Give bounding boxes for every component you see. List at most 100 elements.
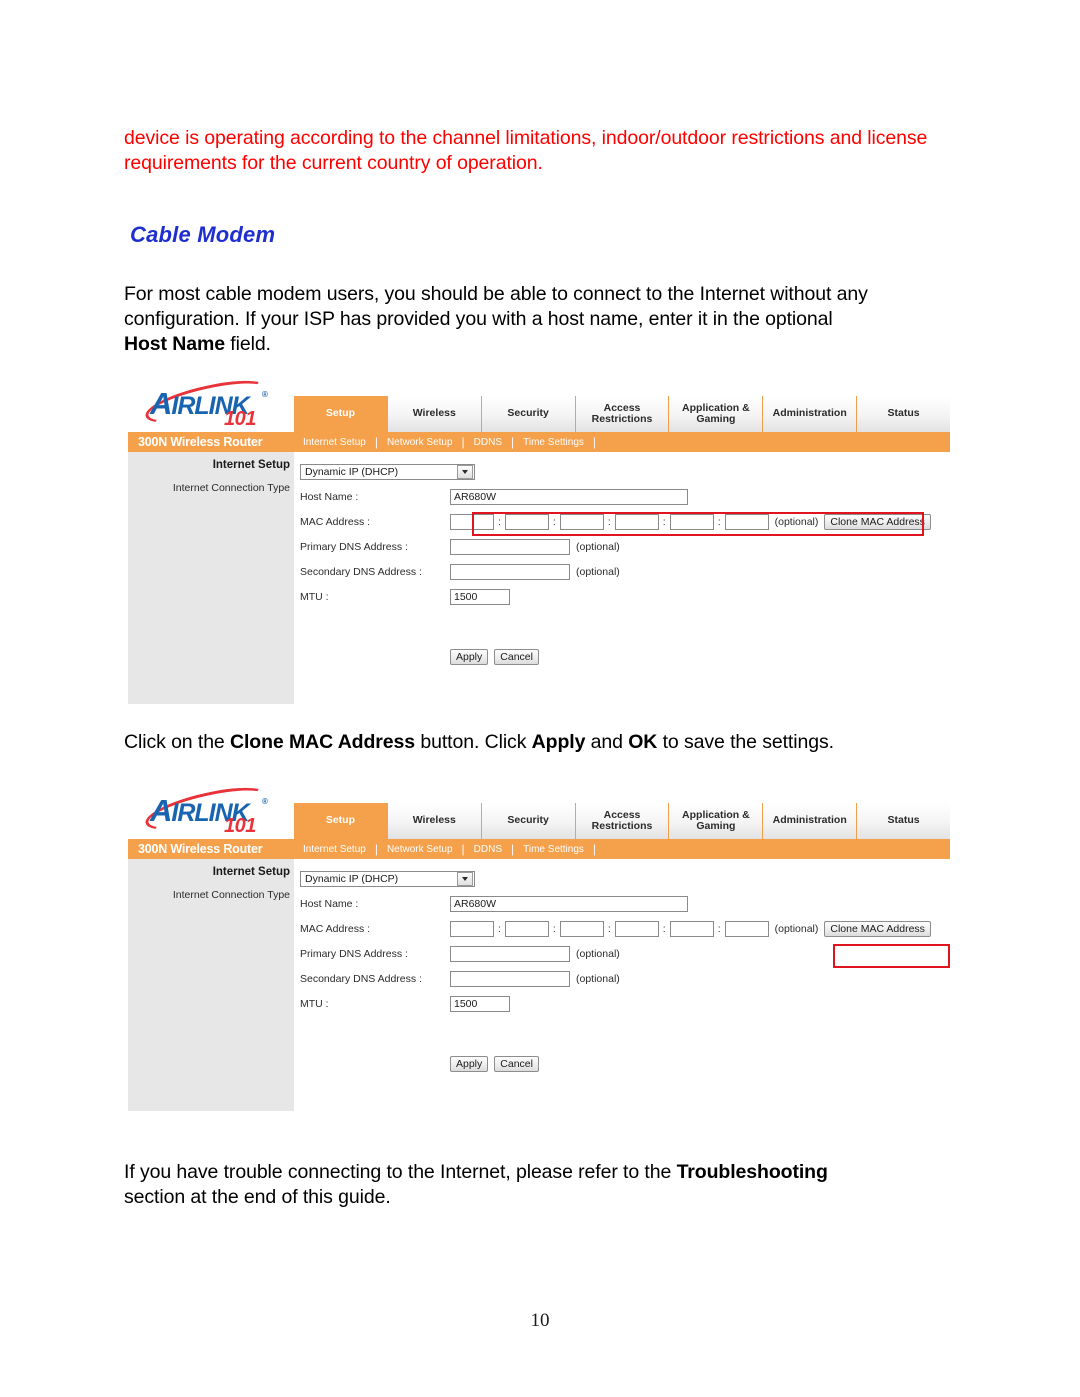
tab-access-restrictions[interactable]: Access Restrictions [575,803,670,839]
logo-letter-a: A [150,386,172,421]
tab-application-gaming[interactable]: Application & Gaming [669,803,764,839]
chevron-down-icon[interactable] [457,464,473,479]
document-page: device is operating according to the cha… [0,0,1080,1397]
tab-access-restrictions[interactable]: Access Restrictions [575,396,670,432]
subnav-item-ddns[interactable]: DDNS [465,844,511,855]
mac-octet-4[interactable] [614,513,659,530]
instruction-bold-clone-mac: Clone MAC Address [230,731,416,753]
sub-navigation-bar: 300N Wireless Router Internet Setup | Ne… [128,432,950,452]
tab-application-gaming[interactable]: Application & Gaming [669,396,764,432]
mac-octet-1[interactable] [450,513,494,530]
mac-separator: : [662,515,666,528]
instruction-and: and [585,731,629,753]
host-name-label: Host Name : [300,490,359,503]
intro-paragraph: For most cable modem users, you should b… [124,282,954,357]
connection-type-value: Dynamic IP (DHCP) [305,872,399,885]
connection-type-select[interactable]: Dynamic IP (DHCP) [300,870,475,887]
router-header-2: AIRLINK ® 101 Setup Wireless Security Ac… [128,779,951,839]
intro-tail: field. [224,333,271,355]
mac-optional-note: (optional) [774,922,819,935]
apply-button[interactable]: Apply [450,649,489,665]
secondary-dns-input[interactable] [450,970,570,987]
secondary-dns-optional-note: (optional) [576,972,620,985]
logo-letter-a: A [150,793,172,828]
tab-administration[interactable]: Administration [763,803,858,839]
mtu-label: MTU : [300,590,329,603]
subnav-item-time-settings[interactable]: Time Settings [514,437,593,448]
host-name-input[interactable]: AR680W [450,895,688,912]
mtu-input[interactable]: 1500 [450,588,510,605]
mac-octet-6[interactable] [724,920,769,937]
mac-separator: : [552,922,556,935]
router-ui-screenshot-2: AIRLINK ® 101 Setup Wireless Security Ac… [128,779,951,1111]
tab-security[interactable]: Security [481,396,576,432]
router-model-label: 300N Wireless Router [138,435,263,449]
instruction-bold-ok: OK [628,731,658,753]
primary-dns-input[interactable] [450,538,570,555]
tab-setup[interactable]: Setup [294,396,388,432]
subnav-item-internet-setup[interactable]: Internet Setup [294,844,375,855]
apply-button[interactable]: Apply [450,1056,489,1072]
mac-octet-6[interactable] [724,513,769,530]
router-ui-screenshot-1: AIRLINK ® 101 Setup Wireless Security Ac… [128,372,951,704]
mac-separator: : [498,922,501,935]
host-name-row: Host Name : AR680W [300,891,950,916]
side-panel-title: Internet Setup [212,459,290,471]
host-name-label: Host Name : [300,897,359,910]
secondary-dns-input[interactable] [450,563,570,580]
instruction-bold-apply: Apply [531,731,586,753]
subnav-item-ddns[interactable]: DDNS [465,437,511,448]
mac-octet-1[interactable] [450,920,494,937]
mtu-label: MTU : [300,997,329,1010]
tab-status[interactable]: Status [857,803,951,839]
tab-wireless[interactable]: Wireless [387,396,482,432]
airlink-logo-2: AIRLINK ® 101 [128,779,294,839]
secondary-dns-optional-note: (optional) [576,565,620,578]
subnav-item-network-setup[interactable]: Network Setup [378,844,462,855]
host-name-input[interactable]: AR680W [450,488,688,505]
cancel-button[interactable]: Cancel [494,1056,539,1072]
mac-octet-2[interactable] [504,513,549,530]
subnav-item-internet-setup[interactable]: Internet Setup [294,437,375,448]
tab-wireless[interactable]: Wireless [387,803,482,839]
form-actions: Apply Cancel [300,649,950,665]
troubleshooting-note: If you have trouble connecting to the In… [124,1160,954,1210]
mac-octet-3[interactable] [559,920,604,937]
connection-type-select[interactable]: Dynamic IP (DHCP) [300,463,475,480]
mac-octet-2[interactable] [504,920,549,937]
subnav-separator: | [374,842,378,856]
mac-separator: : [717,922,721,935]
router-header: AIRLINK ® 101 Setup Wireless Security Ac… [128,372,951,432]
primary-dns-label: Primary DNS Address : [300,947,408,960]
logo-model-number: 101 [224,815,256,837]
mac-octet-5[interactable] [669,513,714,530]
mac-octet-5[interactable] [669,920,714,937]
mac-octet-4[interactable] [614,920,659,937]
clone-mac-address-button[interactable]: Clone MAC Address [824,920,931,937]
intro-line-1: For most cable modem users, you should b… [124,283,868,305]
tab-setup[interactable]: Setup [294,803,388,839]
mac-address-row: MAC Address : : : : : : (optional) Clone… [300,916,950,941]
subnav-separator: | [374,435,378,449]
subnav-item-time-settings[interactable]: Time Settings [514,844,593,855]
mac-optional-note: (optional) [774,515,819,528]
primary-dns-input[interactable] [450,945,570,962]
clone-mac-address-button[interactable]: Clone MAC Address [824,513,931,530]
mac-octet-3[interactable] [559,513,604,530]
instruction-mid: button. Click [415,731,532,753]
instruction-pre: Click on the [124,731,230,753]
primary-dns-row: Primary DNS Address : (optional) [300,534,950,559]
chevron-down-icon[interactable] [457,871,473,886]
tab-status[interactable]: Status [857,396,951,432]
cancel-button[interactable]: Cancel [494,649,539,665]
connection-type-label: Internet Connection Type [172,889,290,901]
tab-security[interactable]: Security [481,803,576,839]
mtu-input[interactable]: 1500 [450,995,510,1012]
form-actions-2: Apply Cancel [300,1056,950,1072]
tab-administration[interactable]: Administration [763,396,858,432]
main-tab-bar: Setup Wireless Security Access Restricti… [294,396,951,432]
primary-dns-optional-note: (optional) [576,540,620,553]
intro-host-name-bold: Host Name [124,333,225,355]
subnav-separator: | [592,435,597,449]
subnav-item-network-setup[interactable]: Network Setup [378,437,462,448]
